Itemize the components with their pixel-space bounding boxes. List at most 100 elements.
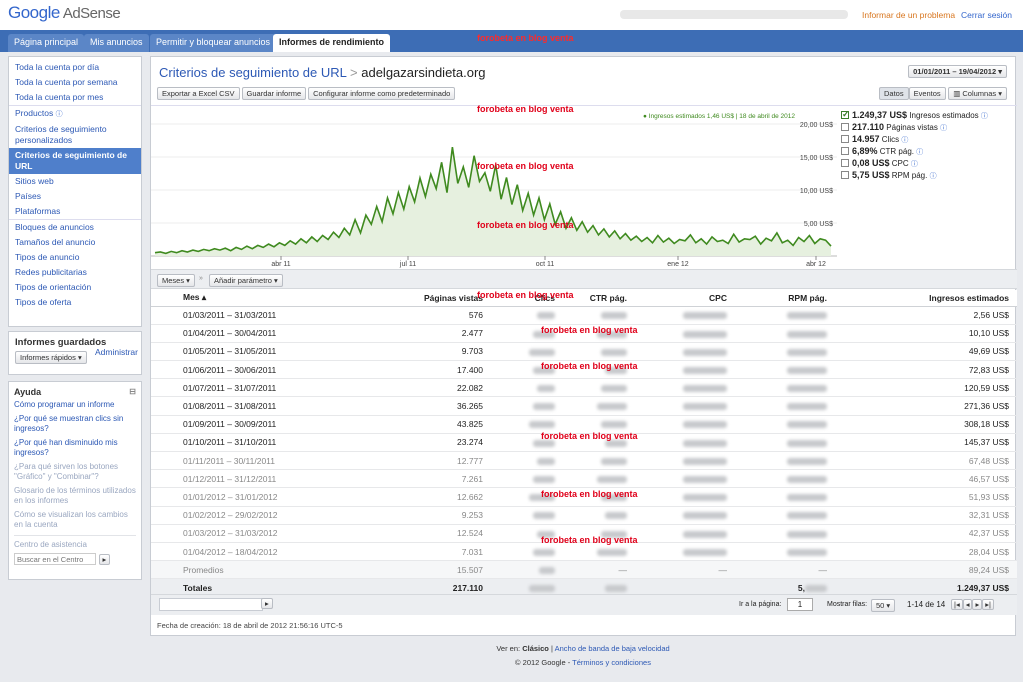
help-center-link[interactable]: Centro de asistencia <box>9 539 141 551</box>
sidebar-item-account-by-day[interactable]: Toda la cuenta por día <box>9 60 141 75</box>
data-view-button[interactable]: Datos <box>878 87 909 100</box>
sidebar-item-targeting-types[interactable]: Tipos de orientación <box>9 280 141 295</box>
collapse-icon[interactable]: ⊟ <box>129 387 136 396</box>
google-adsense-logo[interactable]: Google AdSense <box>8 3 121 23</box>
set-default-button[interactable]: Configurar informe como predeterminado <box>308 87 456 100</box>
help-icon[interactable]: ⓘ <box>56 111 63 118</box>
logo-product: AdSense <box>62 5 121 22</box>
blurred-value <box>683 403 727 411</box>
sidebar-item-ad-units[interactable]: Bloques de anuncios <box>9 220 141 235</box>
col-month[interactable]: Mes ▴ <box>151 290 363 307</box>
tab-home[interactable]: Página principal <box>8 34 85 52</box>
tab-my-ads[interactable]: Mis anuncios <box>84 34 149 52</box>
terms-link[interactable]: Términos y condiciones <box>572 658 651 667</box>
blurred-value <box>537 312 555 320</box>
tab-allow-block-ads[interactable]: Permitir y bloquear anuncios <box>150 34 277 52</box>
cell-revenue: 42,37 US$ <box>835 524 1017 543</box>
cell-rpm <box>735 324 835 343</box>
first-page-icon[interactable]: |◂ <box>951 599 963 610</box>
blurred-value <box>683 366 727 374</box>
metric-5[interactable]: 5,75 US$ RPM pág. ⓘ <box>841 170 1011 181</box>
report-title-link[interactable]: Criterios de seguimiento de URL <box>159 65 346 80</box>
sidebar-item-bid-types[interactable]: Tipos de oferta <box>9 295 141 310</box>
metric-0[interactable]: 1.249,37 US$ Ingresos estimados ⓘ <box>841 109 1011 121</box>
sidebar-item-products-label: Productos <box>15 108 54 118</box>
help-icon[interactable]: ⓘ <box>930 173 937 180</box>
sidebar-item-custom-channels[interactable]: Criterios de seguimiento personalizados <box>9 122 141 148</box>
sidebar-item-ad-sizes[interactable]: Tamaños del anuncio <box>9 235 141 250</box>
cell-pageviews: 2.477 <box>363 324 491 343</box>
revenue-line-chart[interactable]: 5,00 US$ 10,00 US$ 15,00 US$ 20,00 US$ abr … <box>151 106 837 268</box>
table-row: 01/02/2012 – 29/02/2012 9.253 32,31 US$ <box>151 506 1017 525</box>
help-icon[interactable]: ⓘ <box>911 161 918 168</box>
report-problem-link[interactable]: Informar de un problema <box>862 10 955 20</box>
help-title: Ayuda ⊟ <box>9 382 141 399</box>
quick-reports-button[interactable]: Informes rápidos ▾ <box>15 351 87 364</box>
help-link-glossary[interactable]: Glosario de los términos utilizados en l… <box>9 485 141 507</box>
months-dropdown[interactable]: Meses ▾ <box>157 274 195 287</box>
page-number-input[interactable]: 1 <box>787 598 813 611</box>
sidebar-item-account-by-month[interactable]: Toda la cuenta por mes <box>9 90 141 105</box>
help-link-revenue-drop[interactable]: ¿Por qué han disminuido mis ingresos? <box>9 437 141 459</box>
col-cpc[interactable]: CPC <box>635 290 735 307</box>
help-search-button[interactable]: ▸ <box>98 553 111 565</box>
help-link-chart-buttons[interactable]: ¿Para qué sirven los botones "Gráfico" y… <box>9 461 141 483</box>
tab-performance-reports[interactable]: Informes de rendimiento <box>273 34 391 52</box>
col-rpm[interactable]: RPM pág. <box>735 290 835 307</box>
help-link-schedule[interactable]: Cómo programar un informe <box>9 399 141 411</box>
cell-pageviews: 23.274 <box>363 433 491 453</box>
metric-3[interactable]: 6,89% CTR pág. ⓘ <box>841 146 1011 157</box>
metric-checkbox[interactable] <box>841 147 849 155</box>
cell-pageviews: 9.703 <box>363 342 491 362</box>
cell-revenue: 10,10 US$ <box>835 324 1017 343</box>
manage-link[interactable]: Administrar <box>95 347 138 357</box>
next-page-icon[interactable]: ▸ <box>972 599 983 610</box>
cell-rpm <box>735 506 835 525</box>
sidebar-item-products[interactable]: Productos ⓘ <box>9 106 141 122</box>
metric-checkbox[interactable] <box>841 123 849 131</box>
low-bandwidth-link[interactable]: Ancho de banda de baja velocidad <box>555 644 670 653</box>
sidebar-item-account-by-week[interactable]: Toda la cuenta por semana <box>9 75 141 90</box>
cell-cpc <box>635 324 735 343</box>
add-parameter-button[interactable]: Añadir parámetro ▾ <box>209 274 283 287</box>
help-search-input[interactable] <box>14 553 96 565</box>
sidebar-item-countries[interactable]: Países <box>9 189 141 204</box>
events-button[interactable]: Eventos <box>908 87 946 100</box>
chart-y-tick-label: 20,00 US$ <box>800 122 833 129</box>
date-range-picker[interactable]: 01/01/2011 – 19/04/2012 ▾ <box>908 65 1007 78</box>
columns-icon: ▥ <box>953 89 963 98</box>
help-link-changes[interactable]: Cómo se visualizan los cambios en la cue… <box>9 509 141 531</box>
prev-page-icon[interactable]: ◂ <box>962 599 973 610</box>
metric-checkbox[interactable] <box>841 135 849 143</box>
sidebar-item-platforms[interactable]: Plataformas <box>9 204 141 219</box>
help-icon[interactable]: ⓘ <box>981 113 988 120</box>
sidebar-item-ad-types[interactable]: Tipos de anuncio <box>9 250 141 265</box>
col-revenue[interactable]: Ingresos estimados <box>835 290 1017 307</box>
export-csv-button[interactable]: Exportar a Excel CSV <box>157 87 240 100</box>
rows-per-page-select[interactable]: 50 ▾ <box>871 599 896 612</box>
metric-checkbox[interactable] <box>841 109 850 120</box>
cell-pageviews: 17.400 <box>363 360 491 380</box>
filter-apply-button[interactable]: ▸ <box>261 598 273 609</box>
last-page-icon[interactable]: ▸| <box>982 599 994 610</box>
help-link-clicks-no-revenue[interactable]: ¿Por qué se muestran clics sin ingresos? <box>9 413 141 435</box>
cell-cpc <box>635 542 735 562</box>
cell-clicks <box>491 542 563 562</box>
columns-button[interactable]: ▥ Columnas ▾ <box>948 87 1007 100</box>
help-icon[interactable]: ⓘ <box>901 137 908 144</box>
help-icon[interactable]: ⓘ <box>940 125 947 132</box>
metric-checkbox[interactable] <box>841 159 849 167</box>
sign-out-link[interactable]: Cerrar sesión <box>961 10 1012 20</box>
col-pageviews[interactable]: Páginas vistas <box>363 290 491 307</box>
metric-checkbox[interactable] <box>841 171 849 179</box>
save-report-button[interactable]: Guardar informe <box>241 87 307 100</box>
sidebar-item-url-channels[interactable]: Criterios de seguimiento de URL <box>9 148 141 174</box>
blurred-value <box>787 530 827 538</box>
metric-4[interactable]: 0,08 US$ CPC ⓘ <box>841 158 1011 169</box>
metric-1[interactable]: 217.110 Páginas vistas ⓘ <box>841 122 1011 133</box>
table-filter-input[interactable] <box>159 598 263 611</box>
metric-2[interactable]: 14.957 Clics ⓘ <box>841 134 1011 145</box>
help-icon[interactable]: ⓘ <box>916 149 923 156</box>
sidebar-item-ad-networks[interactable]: Redes publicitarias <box>9 265 141 280</box>
sidebar-item-sites[interactable]: Sitios web <box>9 174 141 189</box>
